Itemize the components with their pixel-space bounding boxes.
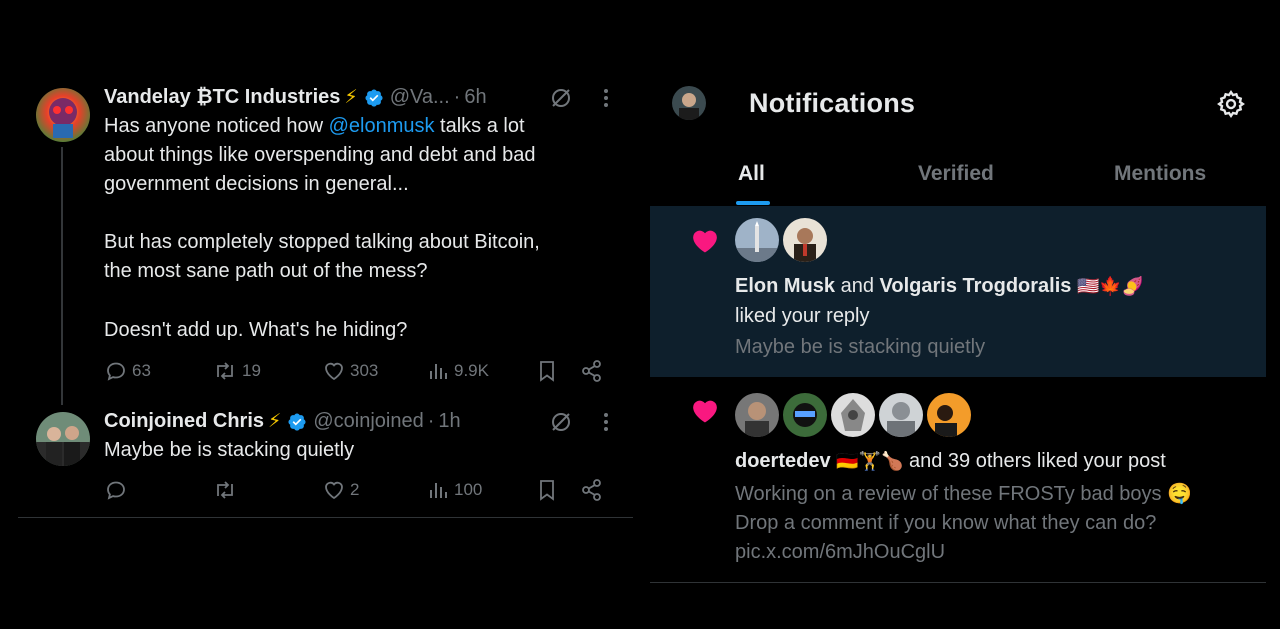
reply-button[interactable] xyxy=(104,478,128,502)
notifications-panel: Notifications All Verified Mentions Elon… xyxy=(648,0,1280,629)
liker-name-2[interactable]: Volgaris Trogdoralis xyxy=(880,275,1072,297)
like-icon xyxy=(325,362,343,381)
reply-icon xyxy=(107,362,125,381)
more-icon[interactable] xyxy=(596,88,616,108)
notification-1-headline: Elon Musk and Volgaris Trogdoralis 🇺🇸🍁🍠 xyxy=(735,275,1145,297)
post-header: Vandelay ₿TC Industries ⚡ @Va... · 6h xyxy=(104,86,487,109)
post-action-bar: 63 19 303 9.9K xyxy=(104,359,616,383)
tab-verified[interactable]: Verified xyxy=(918,162,994,186)
post-text-line-4: But has completely stopped talking about… xyxy=(104,231,540,253)
heart-icon xyxy=(693,400,717,423)
liker-avatar-3[interactable] xyxy=(831,393,875,437)
active-tab-indicator xyxy=(736,201,770,205)
page-title: Notifications xyxy=(749,88,916,118)
liker-avatar-1[interactable] xyxy=(735,393,779,437)
bookmark-icon xyxy=(540,480,554,501)
mention-link[interactable]: @elonmusk xyxy=(329,115,435,137)
notification-1-action: liked your reply xyxy=(735,305,870,327)
notification-2-snippet-line-2: Drop a comment if you know what they can… xyxy=(735,512,1157,534)
notification-2-headline: doertedev 🇩🇪🏋🍗 and 39 others liked your … xyxy=(735,450,1166,472)
views-count: 9.9K xyxy=(454,361,489,380)
like-count: 2 xyxy=(350,480,360,499)
tab-mentions[interactable]: Mentions xyxy=(1114,162,1206,186)
heart-icon xyxy=(693,230,717,253)
bookmark-button[interactable] xyxy=(536,359,558,383)
repost-icon xyxy=(217,362,233,380)
notification-2-snippet-line-1: Working on a review of these FROSTy bad … xyxy=(735,483,1192,505)
post-text-line-6: Doesn't add up. What's he hiding? xyxy=(104,319,408,341)
reply-count: 63 xyxy=(132,361,151,380)
thread-panel: Vandelay ₿TC Industries ⚡ @Va... · 6h Ha… xyxy=(0,0,640,629)
user-emojis: 🇺🇸🍁🍠 xyxy=(1076,276,1145,297)
grok-icon[interactable] xyxy=(549,410,573,434)
settings-gear-icon[interactable] xyxy=(1216,89,1246,119)
like-button[interactable]: 2 xyxy=(322,478,359,502)
post-author-handle[interactable]: @Va... xyxy=(390,86,450,109)
share-button[interactable] xyxy=(580,359,604,383)
notification-divider xyxy=(650,582,1266,583)
views-icon xyxy=(430,483,447,498)
grok-icon[interactable] xyxy=(549,86,573,110)
reply-timestamp[interactable]: 1h xyxy=(438,410,460,433)
share-icon xyxy=(582,360,601,382)
like-button[interactable]: 303 xyxy=(322,359,378,383)
reply-action-bar: 2 100 xyxy=(104,478,616,502)
reply-icon xyxy=(107,481,125,500)
volgaris-avatar[interactable] xyxy=(783,218,827,262)
post-author-avatar[interactable] xyxy=(36,88,90,142)
reply-author-handle[interactable]: @coinjoined xyxy=(313,410,423,433)
like-count: 303 xyxy=(350,361,379,380)
verified-badge-icon xyxy=(365,88,383,107)
liker-avatar-5[interactable] xyxy=(927,393,971,437)
reply-text: Maybe be is stacking quietly xyxy=(104,439,355,461)
post-author-name[interactable]: Vandelay ₿TC Industries xyxy=(104,86,340,109)
separator-dot: · xyxy=(453,86,461,108)
views-icon xyxy=(430,364,447,379)
lightning-emoji: ⚡ xyxy=(268,411,282,432)
views-button[interactable]: 9.9K xyxy=(428,359,489,383)
bookmark-button[interactable] xyxy=(536,478,558,502)
reply-header: Coinjoined Chris ⚡ @coinjoined · 1h xyxy=(104,410,461,433)
reply-author-name[interactable]: Coinjoined Chris xyxy=(104,410,264,433)
tab-all[interactable]: All xyxy=(738,162,765,186)
repost-count: 19 xyxy=(242,361,261,380)
reply-author-avatar[interactable] xyxy=(36,412,90,466)
lightning-emoji: ⚡ xyxy=(344,87,358,108)
repost-button[interactable]: 19 xyxy=(212,359,261,383)
verified-badge-icon xyxy=(288,412,306,431)
views-button[interactable]: 100 xyxy=(428,478,482,502)
repost-icon xyxy=(217,481,233,499)
liker-name[interactable]: doertedev xyxy=(735,450,831,472)
user-emojis: 🇩🇪🏋🍗 xyxy=(836,451,904,472)
bookmark-icon xyxy=(540,361,554,382)
share-button[interactable] xyxy=(580,478,604,502)
post-text-line-1: Has anyone noticed how @elonmusk talks a… xyxy=(104,115,525,137)
views-count: 100 xyxy=(454,480,483,499)
share-icon xyxy=(582,479,601,501)
separator-dot: · xyxy=(427,410,435,432)
post-timestamp[interactable]: 6h xyxy=(464,86,486,109)
profile-avatar[interactable] xyxy=(672,86,706,120)
liker-name-1[interactable]: Elon Musk xyxy=(735,275,835,297)
more-icon[interactable] xyxy=(596,412,616,432)
thread-divider xyxy=(18,517,633,518)
notification-2-link[interactable]: pic.x.com/6mJhOuCglU xyxy=(735,538,945,567)
post-text-line-3: government decisions in general... xyxy=(104,173,409,195)
notification-1-snippet: Maybe be is stacking quietly xyxy=(735,336,986,358)
like-icon xyxy=(325,481,343,500)
elon-musk-avatar[interactable] xyxy=(735,218,779,262)
thread-connector-line xyxy=(61,147,63,405)
reply-button[interactable]: 63 xyxy=(104,359,151,383)
repost-button[interactable] xyxy=(212,478,238,502)
liker-avatar-2[interactable] xyxy=(783,393,827,437)
post-text-line-5: the most sane path out of the mess? xyxy=(104,260,428,282)
liker-avatar-4[interactable] xyxy=(879,393,923,437)
post-text-line-2: about things like overspending and debt … xyxy=(104,144,536,166)
